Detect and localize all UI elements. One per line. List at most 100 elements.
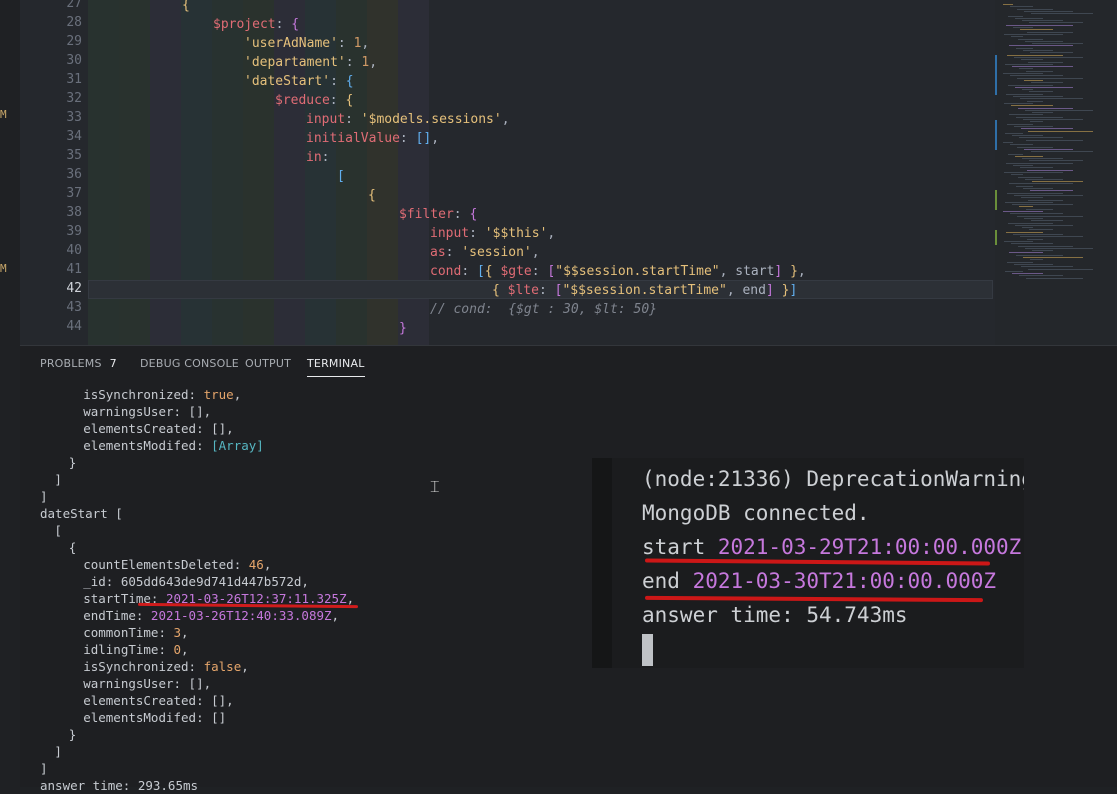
minimap-row xyxy=(1004,102,1033,104)
minimap-row xyxy=(1029,91,1053,93)
minimap-row xyxy=(1007,54,1063,56)
minimap-row xyxy=(1017,77,1083,79)
code-line[interactable]: { xyxy=(368,186,376,205)
code-editor[interactable]: 27 28 29 30 31 32 33 34 35 36 37 38 39 40 41 42 43 44 {$p… xyxy=(20,0,1117,345)
code-line[interactable]: in: xyxy=(306,148,329,167)
code-token: , xyxy=(797,264,806,279)
line-number: 41 xyxy=(66,262,82,277)
inset-terminal-token: start xyxy=(642,535,718,559)
terminal-token: , xyxy=(331,608,340,623)
tab-debug-console[interactable]: DEBUG CONSOLE xyxy=(140,357,239,370)
minimap-row xyxy=(1004,33,1063,35)
minimap-row xyxy=(1028,268,1093,270)
minimap-row xyxy=(1027,100,1043,102)
minimap-row xyxy=(1008,153,1023,155)
minimap-row xyxy=(1018,176,1043,178)
inset-terminal-line: start 2021-03-29T21:00:00.000Z xyxy=(642,532,1021,562)
line-number: 39 xyxy=(66,224,82,239)
terminal-output[interactable]: isSynchronized: true, warningsUser: [], el… xyxy=(40,382,600,793)
line-number: 38 xyxy=(66,205,82,220)
code-line[interactable]: 'userAdName': 1, xyxy=(244,34,369,53)
terminal-line: elementsCreated: [], xyxy=(83,420,234,437)
inset-terminal-line: MongoDB connected. xyxy=(642,498,870,528)
minimap-row xyxy=(1013,96,1063,97)
minimap-row xyxy=(1007,123,1033,125)
line-number: 36 xyxy=(66,167,82,182)
code-area[interactable]: { $project: {'userAdName': 1,'departament… xyxy=(88,0,993,345)
minimap-row xyxy=(1029,22,1083,24)
code-token: , xyxy=(547,226,556,241)
line-number-gutter: 27 28 29 30 31 32 33 34 35 36 37 38 39 40 41 42 43 44 xyxy=(20,0,82,345)
minimap-row xyxy=(1022,20,1063,22)
code-line[interactable]: cond: [{ $gte: ["$$session.startTime", s… xyxy=(430,262,806,281)
terminal-line: ] xyxy=(40,760,48,777)
code-line[interactable]: // cond: {$gt : 30, $lt: 50} xyxy=(430,300,657,319)
minimap-row xyxy=(1013,165,1033,166)
minimap-row xyxy=(1022,227,1033,229)
code-token: 'dateStart' xyxy=(244,74,331,89)
minimap-row xyxy=(1012,204,1073,206)
code-token: : xyxy=(345,112,361,127)
code-line[interactable]: $reduce: { xyxy=(275,91,353,110)
minimap-row xyxy=(1028,61,1063,63)
code-line[interactable]: } xyxy=(399,319,407,338)
terminal-line: } xyxy=(69,726,77,743)
code-line[interactable]: 'departament': 1, xyxy=(244,53,377,72)
code-line[interactable]: as: 'session', xyxy=(430,243,540,262)
minimap-row xyxy=(1009,45,1073,47)
minimap-row xyxy=(1009,114,1043,116)
terminal-token: false xyxy=(203,659,242,674)
code-token: : xyxy=(337,36,354,51)
minimap-row xyxy=(1020,98,1083,100)
code-token: { xyxy=(345,93,354,108)
terminal-line: idlingTime: 0, xyxy=(83,641,188,658)
code-token: $reduce xyxy=(275,93,330,108)
terminal-token: dateStart [ xyxy=(40,506,123,521)
code-line[interactable]: input: '$$this', xyxy=(430,224,555,243)
minimap-row xyxy=(1017,146,1053,148)
code-line[interactable]: { $lte: ["$$session.startTime", end] }] xyxy=(492,281,797,300)
minimap-row xyxy=(1006,231,1043,233)
terminal-line: } xyxy=(69,454,77,471)
minimap-row xyxy=(1007,261,1033,263)
terminal-line: ] xyxy=(54,471,62,488)
code-line[interactable]: 'dateStart': { xyxy=(244,72,354,91)
minimap-row xyxy=(1005,270,1023,272)
minimap-row xyxy=(1023,257,1083,258)
terminal-line: countElementsDeleted: 46, xyxy=(83,556,271,573)
code-token: as xyxy=(430,245,446,260)
code-token: , xyxy=(361,36,370,51)
minimap-row xyxy=(1021,128,1073,130)
code-token: ] xyxy=(789,283,798,298)
tab-terminal[interactable]: TERMINAL xyxy=(307,357,365,377)
tab-problems[interactable]: PROBLEMS 7 xyxy=(40,357,117,370)
minimap-row xyxy=(1003,4,1013,5)
code-line[interactable]: $filter: { xyxy=(399,205,477,224)
line-number: 35 xyxy=(66,148,82,163)
explorer-edge: M M xyxy=(0,0,20,786)
problems-count-badge: 7 xyxy=(109,357,117,370)
minimap-row xyxy=(1031,13,1093,15)
tab-output[interactable]: OUTPUT xyxy=(245,357,291,370)
code-line[interactable]: [ xyxy=(337,167,345,186)
line-number: 27 xyxy=(66,0,82,11)
minimap-row xyxy=(1010,75,1063,77)
minimap[interactable] xyxy=(995,0,1115,345)
minimap-row xyxy=(1005,132,1023,134)
minimap-row xyxy=(1028,130,1093,132)
code-line[interactable]: $project: { xyxy=(213,15,299,34)
terminal-token: , xyxy=(346,591,355,606)
minimap-row xyxy=(1027,31,1073,33)
code-line[interactable]: input: '$models.sessions', xyxy=(306,110,510,129)
minimap-row xyxy=(1015,155,1043,157)
terminal-token: warningsUser: [], xyxy=(83,404,212,419)
terminal-token: elementsCreated: [], xyxy=(83,693,234,708)
minimap-row xyxy=(1031,220,1063,222)
minimap-row xyxy=(1011,105,1053,107)
line-number: 44 xyxy=(66,319,82,334)
minimap-row xyxy=(1012,273,1043,275)
code-line[interactable]: { xyxy=(182,0,190,15)
minimap-row xyxy=(1021,266,1073,268)
minimap-row xyxy=(1024,10,1073,12)
code-line[interactable]: initialValue: [], xyxy=(306,129,439,148)
